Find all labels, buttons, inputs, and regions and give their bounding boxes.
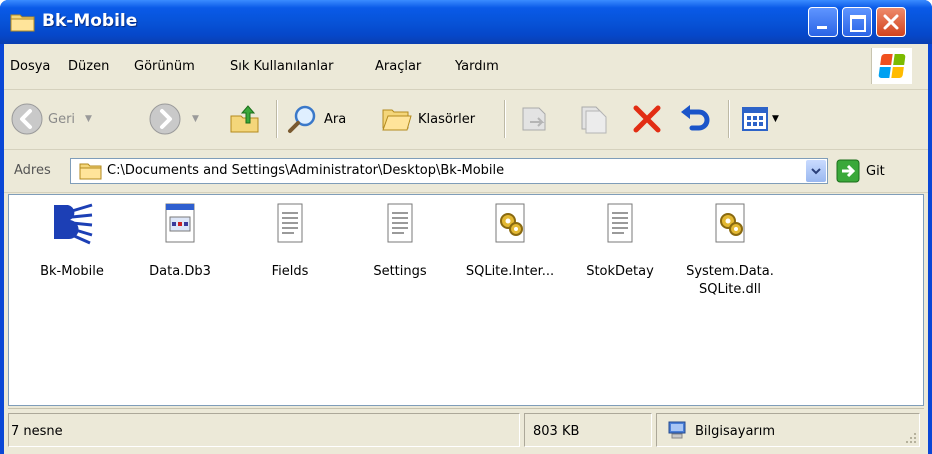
text-file-icon <box>268 201 312 245</box>
title-bar[interactable]: Bk-Mobile <box>0 0 932 44</box>
menu-view[interactable]: Görünüm <box>134 59 195 74</box>
file-item[interactable]: Settings <box>345 201 455 281</box>
computer-icon <box>668 421 686 439</box>
views-button[interactable]: ▼ <box>740 100 779 138</box>
windows-flag-icon <box>878 54 906 78</box>
status-count-cell: 7 nesne <box>8 413 520 447</box>
toolbar: Geri ▼ ▼ Ara Klasörler ▼ <box>4 90 928 150</box>
toolbar-separator <box>728 100 730 138</box>
chevron-down-icon <box>811 168 821 175</box>
window-title: Bk-Mobile <box>42 11 138 31</box>
file-list[interactable]: Bk-Mobile Data.Db3 Fields Settings SQLit… <box>8 194 924 406</box>
address-label: Adres <box>14 163 51 178</box>
resize-grip-icon[interactable] <box>903 430 917 444</box>
back-dropdown-icon[interactable]: ▼ <box>85 114 92 124</box>
move-to-button[interactable] <box>518 100 552 138</box>
close-icon <box>883 14 899 30</box>
folder-icon <box>79 163 102 180</box>
undo-button[interactable] <box>678 100 712 138</box>
forward-dropdown-icon[interactable]: ▼ <box>192 114 199 124</box>
file-item[interactable]: Fields <box>235 201 345 281</box>
window-body: Dosya Düzen Görünüm Sık Kullanılanlar Ar… <box>4 44 928 454</box>
windows-logo <box>871 48 912 84</box>
folders-icon <box>382 109 412 131</box>
search-button[interactable]: Ara <box>286 100 346 138</box>
address-input[interactable]: C:\Documents and Settings\Administrator\… <box>70 158 828 184</box>
file-item[interactable]: Data.Db3 <box>125 201 235 281</box>
back-button[interactable]: Geri ▼ <box>10 100 92 138</box>
move-to-icon <box>522 107 546 131</box>
text-file-icon <box>598 201 642 245</box>
folders-button[interactable]: Klasörler <box>380 100 475 138</box>
minimize-button[interactable] <box>808 7 838 37</box>
go-button[interactable]: Git <box>836 159 885 183</box>
forward-button[interactable]: ▼ <box>148 100 199 138</box>
toolbar-separator <box>276 100 278 138</box>
forward-arrow-icon <box>149 103 181 135</box>
file-name: Bk-Mobile <box>40 264 104 279</box>
file-name: System.Data. SQLite.dll <box>686 264 774 297</box>
toolbar-separator <box>504 100 506 138</box>
menu-file[interactable]: Dosya <box>10 59 50 74</box>
up-button[interactable] <box>228 100 262 138</box>
address-bar: Adres C:\Documents and Settings\Administ… <box>4 150 928 193</box>
go-label: Git <box>866 163 885 179</box>
delete-icon <box>633 105 661 133</box>
text-file-icon <box>378 201 422 245</box>
file-name: StokDetay <box>586 264 654 279</box>
address-dropdown-button[interactable] <box>806 160 826 182</box>
status-bar: 7 nesne 803 KB Bilgisayarım <box>8 408 924 451</box>
search-label: Ara <box>324 111 347 127</box>
copy-to-button[interactable] <box>576 100 610 138</box>
folder-up-icon <box>230 105 259 133</box>
maximize-button[interactable] <box>842 7 872 37</box>
dll-file-icon <box>488 201 532 245</box>
menu-bar: Dosya Düzen Görünüm Sık Kullanılanlar Ar… <box>4 44 928 90</box>
address-path: C:\Documents and Settings\Administrator\… <box>107 163 505 178</box>
delete-button[interactable] <box>630 100 664 138</box>
dll-file-icon <box>708 201 752 245</box>
status-size: 803 KB <box>533 424 580 439</box>
menu-help[interactable]: Yardım <box>455 59 499 74</box>
file-name: SQLite.Inter... <box>465 264 555 279</box>
views-icon <box>742 107 768 131</box>
status-location: Bilgisayarım <box>695 424 776 439</box>
status-location-cell: Bilgisayarım <box>656 413 920 447</box>
folder-icon <box>10 14 35 32</box>
explorer-window: Bk-Mobile Dosya Düzen Görünüm Sık Kullan… <box>0 0 932 454</box>
bk-mobile-app-icon <box>50 201 94 245</box>
status-size-cell: 803 KB <box>524 413 652 447</box>
file-name: Data.Db3 <box>149 264 211 279</box>
search-icon <box>288 105 316 133</box>
file-name: Settings <box>373 264 427 279</box>
file-item[interactable]: System.Data. SQLite.dll <box>675 201 785 299</box>
file-name: Fields <box>271 264 309 279</box>
go-arrow-icon <box>836 159 860 183</box>
undo-icon <box>681 105 710 131</box>
back-arrow-icon <box>11 103 43 135</box>
menu-tools[interactable]: Araçlar <box>375 59 421 74</box>
close-button[interactable] <box>876 7 906 37</box>
db-file-icon <box>158 201 202 245</box>
status-count: 7 nesne <box>11 424 63 439</box>
file-item[interactable]: Bk-Mobile <box>17 201 127 281</box>
folders-label: Klasörler <box>418 111 476 127</box>
back-label: Geri <box>48 111 76 127</box>
menu-favorites[interactable]: Sık Kullanılanlar <box>230 59 333 74</box>
file-item[interactable]: StokDetay <box>565 201 675 281</box>
menu-edit[interactable]: Düzen <box>68 59 109 74</box>
file-item[interactable]: SQLite.Inter... <box>455 201 565 281</box>
views-dropdown-icon[interactable]: ▼ <box>772 114 779 124</box>
copy-to-icon <box>581 106 607 134</box>
